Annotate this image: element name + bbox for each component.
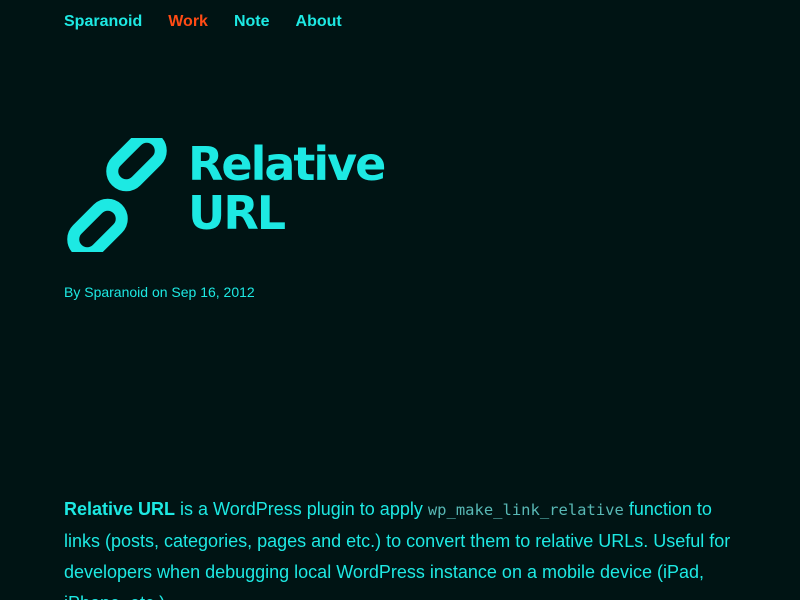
post-content: Relative URL is a WordPress plugin to ap… (64, 494, 744, 600)
function-code: wp_make_link_relative (427, 501, 624, 519)
page-title-line-2: URL (188, 186, 286, 240)
nav-link-about[interactable]: About (296, 13, 342, 31)
nav-link-note[interactable]: Note (234, 13, 270, 31)
page-title: Relative URL (188, 137, 386, 240)
nav-link-work[interactable]: Work (168, 13, 208, 31)
plugin-name: Relative URL (64, 499, 176, 519)
page-title-line-1: Relative (188, 137, 386, 191)
content-text-1: is a WordPress plugin to apply (175, 499, 428, 519)
chain-link-icon (67, 138, 167, 252)
page-hero: Relative URL (60, 138, 400, 253)
post-byline: By Sparanoid on Sep 16, 2012 (64, 284, 255, 300)
main-nav: Sparanoid Work Note About (64, 10, 342, 34)
nav-link-sparanoid[interactable]: Sparanoid (64, 13, 142, 31)
